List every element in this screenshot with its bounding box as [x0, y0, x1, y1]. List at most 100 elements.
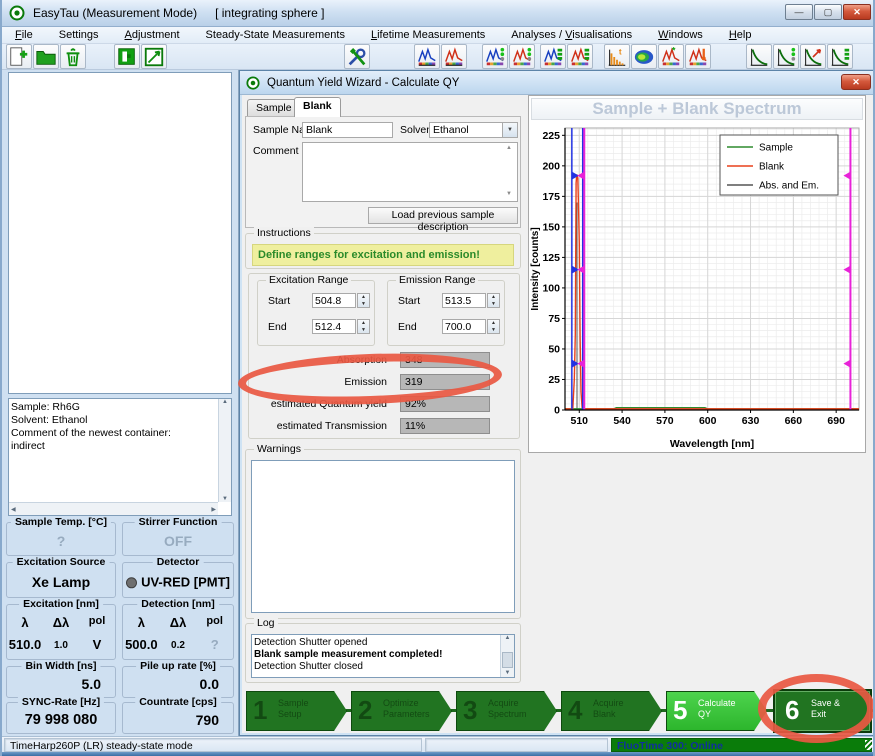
- step-number: 6: [785, 695, 799, 726]
- maximize-button[interactable]: ▢: [814, 4, 842, 20]
- sample-temp-group: Sample Temp. [°C] ?: [6, 522, 116, 556]
- minimize-button[interactable]: —: [785, 4, 813, 20]
- excitation-label: Excitation [nm]: [19, 598, 103, 610]
- sample-info-line: Solvent: Ethanol: [11, 414, 217, 427]
- emission-end-spinner[interactable]: ▲▼: [487, 319, 500, 334]
- menu-file[interactable]: File: [2, 28, 46, 42]
- decay-icon[interactable]: [746, 44, 772, 69]
- spectrum-blue-status-icon[interactable]: [482, 44, 508, 69]
- toolbar-group: t*: [604, 44, 711, 69]
- solvent-dropdown[interactable]: Ethanol ▼: [429, 122, 518, 138]
- load-previous-sample-button[interactable]: Load previous sample description: [368, 207, 518, 224]
- decay-led-icon[interactable]: [827, 44, 853, 69]
- pile-up-value: 0.0: [123, 676, 233, 692]
- scroll-left-icon[interactable]: ◀: [11, 506, 16, 513]
- delete-trash-icon[interactable]: [60, 44, 86, 69]
- menu-settings[interactable]: Settings: [46, 28, 112, 42]
- log-line: Detection Shutter opened: [254, 637, 499, 649]
- comment-textarea[interactable]: [302, 142, 518, 202]
- spectrum-red-led-icon[interactable]: [567, 44, 593, 69]
- histogram-time-icon[interactable]: t: [604, 44, 630, 69]
- wizard-step-5[interactable]: 5 CalculateQY: [666, 691, 767, 731]
- measurement-list[interactable]: [8, 72, 232, 394]
- scroll-right-icon[interactable]: ▶: [211, 506, 216, 513]
- excitation-start-spinner[interactable]: ▲▼: [357, 293, 370, 308]
- estimated-transmission-value: 11%: [400, 418, 490, 434]
- scroll-down-icon[interactable]: ▼: [219, 496, 231, 502]
- scroll-thumb[interactable]: [502, 652, 513, 668]
- log-box[interactable]: Detection Shutter openedBlank sample mea…: [251, 634, 515, 678]
- spectrum-blue-icon[interactable]: [414, 44, 440, 69]
- sample-info-box[interactable]: Sample: Rh6G Solvent: Ethanol Comment of…: [8, 398, 232, 516]
- countrate-label: Countrate [cps]: [135, 696, 221, 708]
- emission-end-label: End: [398, 321, 417, 333]
- quantum-yield-wizard-dialog: Quantum Yield Wizard - Calculate QY ✕ Sa…: [239, 70, 875, 736]
- excitation-end-input[interactable]: 512.4: [312, 319, 356, 334]
- spectrum-blue-led-icon[interactable]: [540, 44, 566, 69]
- log-label: Log: [254, 617, 278, 629]
- sample-temp-value: ?: [7, 533, 115, 549]
- sample-info-line: Comment of the newest container:: [11, 427, 217, 440]
- menu-adjustment[interactable]: Adjustment: [112, 28, 193, 42]
- excitation-source-label: Excitation Source: [13, 556, 110, 568]
- wizard-step-4[interactable]: 4AcquireBlank: [561, 691, 662, 731]
- log-scrollbar[interactable]: ▲▼: [500, 635, 514, 677]
- contour-plot-icon[interactable]: [631, 44, 657, 69]
- sample-name-input[interactable]: [302, 122, 393, 138]
- detector-value-row: UV-RED [PMT]: [123, 574, 233, 589]
- spectrum-red-temp-icon[interactable]: [685, 44, 711, 69]
- pile-up-group: Pile up rate [%] 0.0: [122, 666, 234, 698]
- dock-window-icon[interactable]: [114, 44, 140, 69]
- wizard-step-2[interactable]: 2OptimizeParameters: [351, 691, 452, 731]
- spectrum-red-status-icon[interactable]: [509, 44, 535, 69]
- scroll-up-icon[interactable]: ▲: [219, 399, 231, 405]
- excitation-range-group: Excitation Range Start 504.8 ▲▼ End 512.…: [257, 280, 375, 346]
- spectrum-red-icon[interactable]: [441, 44, 467, 69]
- dialog-close-button[interactable]: ✕: [841, 74, 871, 90]
- svg-text:125: 125: [542, 252, 560, 264]
- delta-lambda-header: Δλ: [43, 615, 79, 630]
- menu-windows[interactable]: Windows: [645, 28, 716, 42]
- excitation-source-value: Xe Lamp: [7, 574, 115, 590]
- emission-start-input[interactable]: 513.5: [442, 293, 486, 308]
- pol-header: pol: [79, 615, 115, 630]
- vertical-scrollbar[interactable]: ▲▼: [218, 399, 231, 502]
- wizard-step-3[interactable]: 3AcquireSpectrum: [456, 691, 557, 731]
- resize-grip[interactable]: [865, 740, 875, 750]
- warnings-box[interactable]: [251, 460, 515, 613]
- instructions-group: Instructions Define ranges for excitatio…: [245, 233, 521, 269]
- graph-window-icon[interactable]: [141, 44, 167, 69]
- stirrer-label: Stirrer Function: [135, 516, 222, 528]
- tools-icon[interactable]: [344, 44, 370, 69]
- spectrum-chart[interactable]: 5105405706006306606900255075100125150175…: [529, 122, 865, 450]
- menu-steady-state-measurements[interactable]: Steady-State Measurements: [193, 28, 358, 42]
- new-file-icon[interactable]: [6, 44, 32, 69]
- status-fluotime-online: FluoTime 300: Online: [611, 738, 872, 752]
- decay-status-icon[interactable]: [773, 44, 799, 69]
- svg-text:540: 540: [613, 415, 631, 427]
- emission-start-spinner[interactable]: ▲▼: [487, 293, 500, 308]
- step-label: CalculateQY: [698, 698, 736, 720]
- wizard-step-6[interactable]: 6Save &Exit: [773, 689, 872, 733]
- comment-scroll-up-icon[interactable]: ▲: [506, 145, 512, 152]
- dropdown-arrow-icon[interactable]: ▼: [502, 123, 517, 137]
- comment-scroll-down-icon[interactable]: ▼: [506, 191, 512, 198]
- decay-fit-icon[interactable]: [800, 44, 826, 69]
- excitation-end-spinner[interactable]: ▲▼: [357, 319, 370, 334]
- step-number: 1: [253, 695, 267, 726]
- horizontal-scrollbar[interactable]: ◀▶: [9, 502, 218, 515]
- menu-lifetime-measurements[interactable]: Lifetime Measurements: [358, 28, 498, 42]
- tab-blank[interactable]: Blank: [294, 97, 341, 117]
- open-folder-icon[interactable]: [33, 44, 59, 69]
- close-button[interactable]: ✕: [843, 4, 871, 20]
- step-number: 5: [673, 695, 687, 726]
- menu-help[interactable]: Help: [716, 28, 765, 42]
- spectrum-red-export-icon[interactable]: *: [658, 44, 684, 69]
- tab-sample[interactable]: Sample: [247, 99, 301, 117]
- excitation-start-input[interactable]: 504.8: [312, 293, 356, 308]
- wizard-steps-bar: 1SampleSetup2OptimizeParameters3AcquireS…: [246, 689, 874, 735]
- emission-end-input[interactable]: 700.0: [442, 319, 486, 334]
- window-subtitle: [ integrating sphere ]: [215, 6, 324, 20]
- wizard-step-1[interactable]: 1SampleSetup: [246, 691, 347, 731]
- menu-analyses-visualisations[interactable]: Analyses / Visualisations: [498, 28, 645, 42]
